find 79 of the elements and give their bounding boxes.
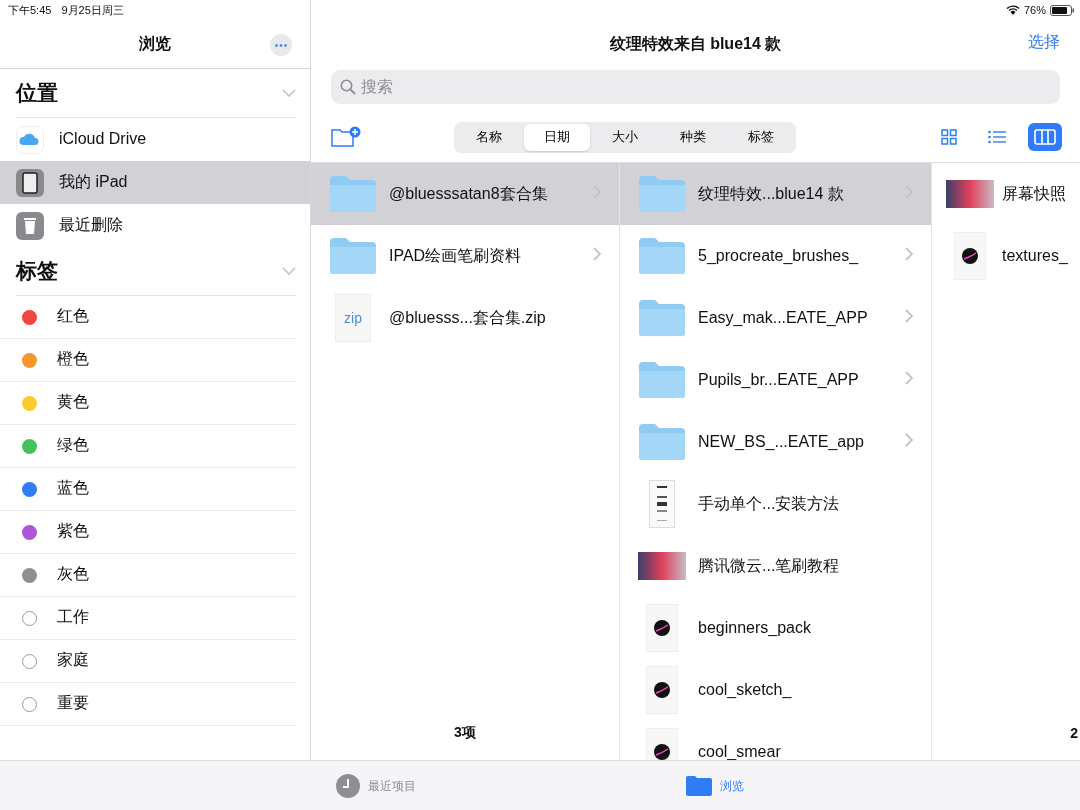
- photo-thumbnail: [638, 552, 686, 580]
- file-row[interactable]: Easy_mak...EATE_APP: [620, 287, 931, 349]
- file-row[interactable]: 手动单个...安装方法: [620, 473, 931, 535]
- sidebar-item[interactable]: 工作: [0, 597, 296, 640]
- file-row[interactable]: NEW_BS_...EATE_app: [620, 411, 931, 473]
- zip-file-icon: zip: [335, 294, 371, 342]
- sort-option[interactable]: 名称: [455, 123, 522, 151]
- sidebar-item[interactable]: 黄色: [0, 382, 296, 425]
- sort-option[interactable]: 标签: [727, 123, 794, 151]
- item-count: 3项: [454, 724, 476, 742]
- columns-icon: [1034, 129, 1056, 145]
- sidebar-item[interactable]: 橙色: [0, 339, 296, 382]
- sidebar-item[interactable]: 红色: [0, 296, 296, 339]
- file-row[interactable]: @bluesssatan8套合集: [311, 163, 619, 225]
- folder-icon: [638, 361, 686, 399]
- item-count: 2: [1070, 725, 1078, 741]
- chevron-down-icon[interactable]: [282, 267, 296, 275]
- file-row[interactable]: 屏幕快照: [932, 163, 1080, 225]
- cloud-icon: [16, 125, 44, 154]
- more-button[interactable]: [270, 34, 292, 56]
- trash-icon: [16, 211, 44, 240]
- photo-thumbnail: [946, 180, 994, 208]
- file-row[interactable]: beginners_pack: [620, 597, 931, 659]
- folder-icon: [638, 175, 686, 213]
- tablet-icon: [16, 168, 44, 197]
- brush-file-icon: [954, 232, 986, 280]
- folder-icon: [686, 776, 712, 796]
- status-date: 9月25日周三: [61, 2, 124, 18]
- folder-icon: [329, 237, 377, 275]
- brush-file-icon: [646, 604, 678, 652]
- sort-option[interactable]: 种类: [659, 123, 726, 151]
- battery-percent: 76%: [1023, 4, 1046, 16]
- brush-file-icon: [646, 666, 678, 714]
- status-time: 下午5:45: [8, 2, 52, 18]
- file-row[interactable]: 腾讯微云...笔刷教程: [620, 535, 931, 597]
- list-icon: [988, 130, 1006, 144]
- file-row[interactable]: IPAD绘画笔刷资料: [311, 225, 619, 287]
- folder-icon: [638, 237, 686, 275]
- ellipsis-icon: [275, 43, 287, 47]
- chevron-right-icon: [905, 433, 913, 447]
- chevron-right-icon: [905, 247, 913, 261]
- select-button[interactable]: 选择: [1028, 32, 1060, 53]
- sidebar-item[interactable]: 我的 iPad: [0, 161, 310, 204]
- columns-view-button[interactable]: [1028, 123, 1062, 151]
- section-title: 位置: [16, 80, 58, 106]
- grid-icon: [941, 129, 957, 145]
- sidebar-item[interactable]: 紫色: [0, 511, 296, 554]
- file-row[interactable]: cool_sketch_: [620, 659, 931, 721]
- search-field[interactable]: 搜索: [331, 70, 1060, 104]
- folder-title: 纹理特效来自 blue14 款: [609, 33, 782, 54]
- battery-icon: [1050, 4, 1074, 16]
- folder-icon: [638, 423, 686, 461]
- sort-option[interactable]: 大小: [591, 123, 658, 151]
- sidebar-item[interactable]: 蓝色: [0, 468, 296, 511]
- document-thumbnail-icon: [649, 480, 675, 528]
- section-title: 标签: [16, 258, 58, 284]
- sidebar-item[interactable]: 灰色: [0, 554, 296, 597]
- chevron-down-icon[interactable]: [282, 89, 296, 97]
- file-row[interactable]: 纹理特效...blue14 款: [620, 163, 931, 225]
- chevron-right-icon: [593, 247, 601, 261]
- file-row[interactable]: 5_procreate_brushes_: [620, 225, 931, 287]
- folder-icon: [638, 299, 686, 337]
- file-row[interactable]: textures_: [932, 225, 1080, 287]
- sidebar-item[interactable]: iCloud Drive: [0, 118, 310, 161]
- folder-icon: [329, 175, 377, 213]
- sidebar-item[interactable]: 绿色: [0, 425, 296, 468]
- file-row[interactable]: zip @bluesss...套合集.zip: [311, 287, 619, 349]
- tab-bar-item[interactable]: 浏览: [686, 776, 744, 796]
- sidebar-item[interactable]: 家庭: [0, 640, 296, 683]
- sidebar-item[interactable]: 重要: [0, 683, 296, 726]
- new-folder-icon[interactable]: [331, 126, 361, 148]
- file-row[interactable]: Pupils_br...EATE_APP: [620, 349, 931, 411]
- wifi-icon: [1005, 5, 1020, 15]
- sidebar-title: 浏览: [139, 33, 171, 54]
- clock-icon: [336, 774, 360, 798]
- chevron-right-icon: [905, 309, 913, 323]
- sort-option[interactable]: 日期: [523, 123, 590, 151]
- sidebar-item[interactable]: 最近删除: [0, 204, 310, 247]
- chevron-right-icon: [905, 371, 913, 385]
